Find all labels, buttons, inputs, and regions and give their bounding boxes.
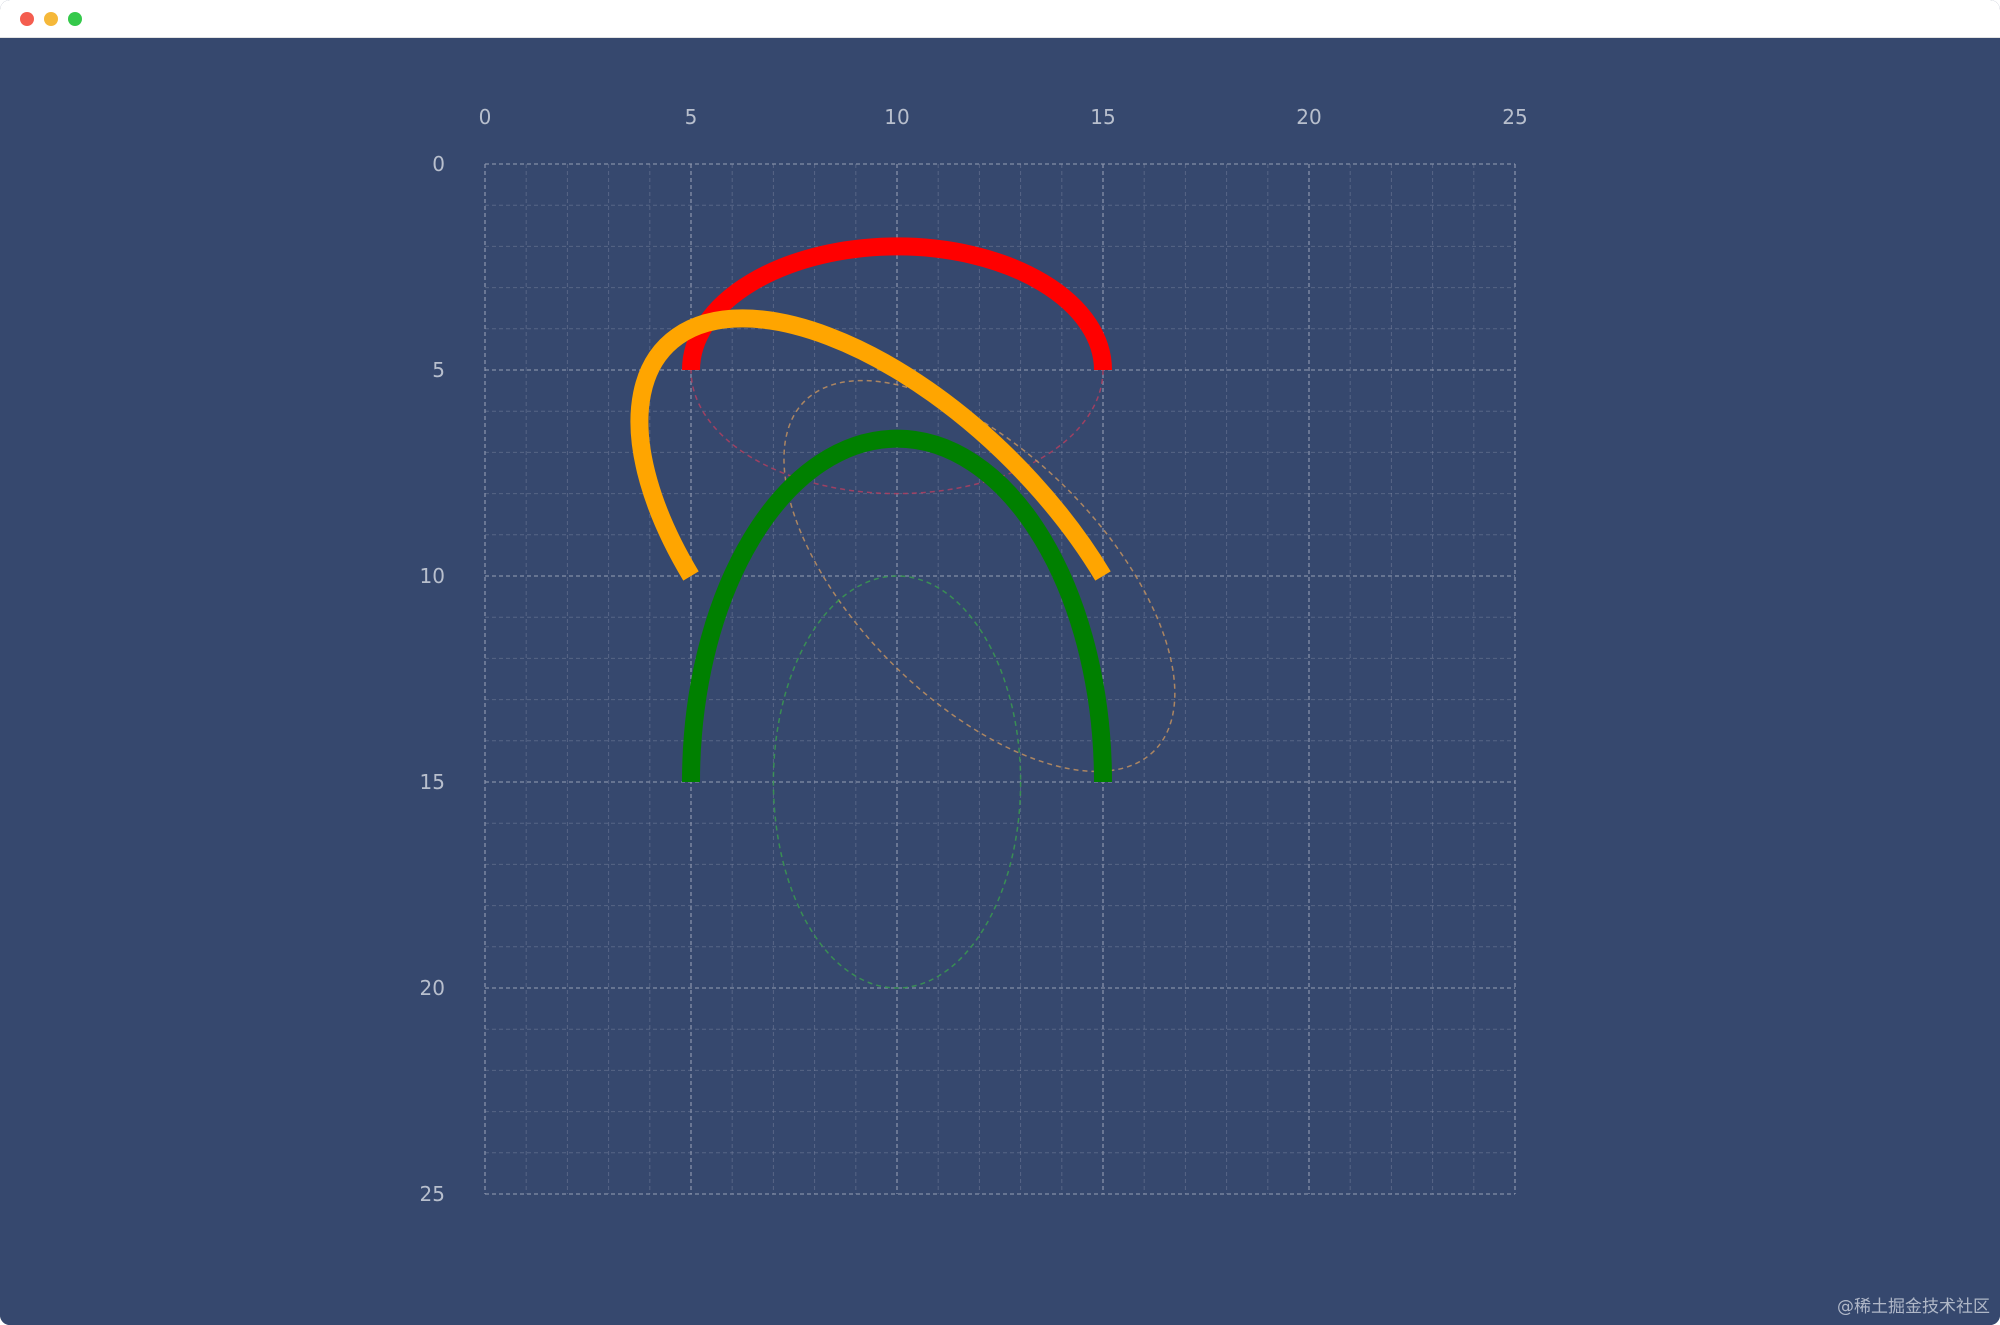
- y-tick-label: 0: [432, 152, 445, 176]
- x-tick-label: 0: [479, 105, 492, 129]
- y-tick-label: 25: [420, 1182, 445, 1206]
- minimize-window-button[interactable]: [44, 12, 58, 26]
- zoom-window-button[interactable]: [68, 12, 82, 26]
- y-tick-label: 5: [432, 358, 445, 382]
- axis-labels: 0 5 10 15 20 25 0 5 10 15 20 25: [420, 105, 1528, 1206]
- watermark: @稀土掘金技术社区: [1837, 1297, 1990, 1317]
- x-tick-label: 20: [1296, 105, 1321, 129]
- y-tick-label: 15: [420, 770, 445, 794]
- arcs: [630, 237, 1112, 783]
- title-bar: [0, 0, 2000, 38]
- app-window: 0 5 10 15 20 25 0 5 10 15 20 25 @稀土掘金技术社区: [0, 0, 2000, 1325]
- x-tick-label: 15: [1090, 105, 1115, 129]
- x-tick-label: 5: [685, 105, 698, 129]
- x-tick-label: 10: [884, 105, 909, 129]
- y-tick-label: 10: [420, 564, 445, 588]
- canvas-area: 0 5 10 15 20 25 0 5 10 15 20 25 @稀土掘金技术社区: [0, 38, 2000, 1325]
- close-window-button[interactable]: [20, 12, 34, 26]
- x-tick-label: 25: [1502, 105, 1527, 129]
- drawing-canvas: 0 5 10 15 20 25 0 5 10 15 20 25: [420, 105, 1528, 1206]
- y-tick-label: 20: [420, 976, 445, 1000]
- grid: [484, 163, 1516, 1195]
